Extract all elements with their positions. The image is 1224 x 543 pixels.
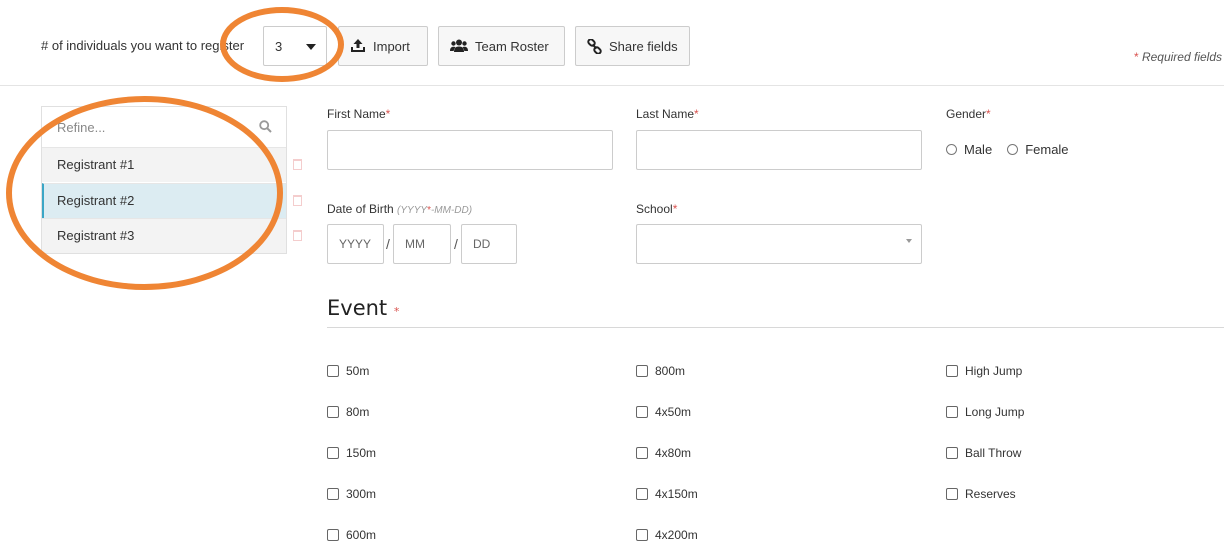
dob-day-field[interactable]: [461, 224, 517, 264]
event-checkbox[interactable]: 50m: [327, 364, 369, 378]
registrant-label: Registrant #1: [57, 157, 135, 172]
refine-search: [42, 107, 286, 147]
first-name-field[interactable]: [327, 130, 613, 170]
checkbox[interactable]: [327, 488, 339, 500]
dob-format-hint: (YYYY*-MM-DD): [397, 205, 473, 216]
trash-icon[interactable]: [293, 195, 302, 206]
checkbox[interactable]: [636, 488, 648, 500]
import-button[interactable]: Import: [338, 26, 428, 66]
upload-icon: [351, 39, 365, 52]
users-icon: [450, 39, 468, 52]
trash-icon[interactable]: [293, 159, 302, 170]
event-section-title: Event *: [327, 296, 400, 320]
gender-radio-group: Male Female: [946, 142, 1084, 157]
checkbox[interactable]: [327, 406, 339, 418]
radio-button[interactable]: [946, 144, 957, 155]
caret-down-icon: [906, 239, 912, 243]
last-name-field[interactable]: [636, 130, 922, 170]
team-roster-label: Team Roster: [475, 38, 549, 54]
dob-separator: /: [454, 236, 458, 252]
checkbox[interactable]: [636, 447, 648, 459]
gender-female-option[interactable]: Female: [1007, 142, 1069, 157]
dob-label: Date of Birth (YYYY*-MM-DD): [327, 202, 473, 216]
share-fields-button[interactable]: Share fields: [575, 26, 690, 66]
event-checkbox[interactable]: 4x80m: [636, 446, 691, 460]
dob-separator: /: [386, 236, 390, 252]
event-checkbox[interactable]: 800m: [636, 364, 685, 378]
registrant-label: Registrant #2: [57, 193, 135, 208]
radio-button[interactable]: [1007, 144, 1019, 155]
checkbox[interactable]: [327, 529, 339, 541]
team-roster-button[interactable]: Team Roster: [438, 26, 565, 66]
checkbox[interactable]: [636, 406, 648, 418]
caret-down-icon: [306, 44, 316, 50]
divider: [327, 327, 1224, 328]
school-label: School*: [636, 202, 678, 216]
dob-year-field[interactable]: [327, 224, 384, 264]
event-checkbox[interactable]: 600m: [327, 528, 376, 542]
toolbar: # of individuals you want to register 3 …: [0, 0, 1224, 86]
event-checkbox[interactable]: Ball Throw: [946, 446, 1021, 460]
event-checkbox[interactable]: 300m: [327, 487, 376, 501]
registrant-sidebar: Registrant #1 Registrant #2 Registrant #…: [41, 106, 302, 254]
checkbox[interactable]: [636, 529, 648, 541]
dob-month-field[interactable]: [393, 224, 451, 264]
individual-count-label: # of individuals you want to register: [41, 38, 245, 53]
checkbox[interactable]: [327, 365, 339, 377]
required-fields-note: * Required fields: [1133, 50, 1222, 64]
refine-input[interactable]: [42, 107, 286, 147]
share-fields-label: Share fields: [609, 38, 678, 54]
gender-male-option[interactable]: Male: [946, 142, 992, 157]
event-checkbox[interactable]: 4x50m: [636, 405, 691, 419]
event-checkbox[interactable]: Reserves: [946, 487, 1016, 501]
event-checkbox[interactable]: 150m: [327, 446, 376, 460]
registrant-item[interactable]: Registrant #1: [42, 147, 302, 182]
checkbox[interactable]: [636, 365, 648, 377]
registrant-item-active[interactable]: Registrant #2: [42, 183, 302, 218]
checkbox[interactable]: [946, 365, 958, 377]
import-label: Import: [373, 38, 410, 54]
checkbox[interactable]: [946, 447, 958, 459]
link-icon: [587, 38, 602, 54]
registrant-label: Registrant #3: [57, 228, 135, 243]
event-checkbox[interactable]: 80m: [327, 405, 369, 419]
gender-label: Gender*: [946, 107, 991, 121]
trash-icon[interactable]: [293, 230, 302, 241]
last-name-label: Last Name*: [636, 107, 699, 121]
event-checkbox[interactable]: 4x200m: [636, 528, 698, 542]
event-checkbox[interactable]: Long Jump: [946, 405, 1024, 419]
registrant-item[interactable]: Registrant #3: [42, 218, 302, 253]
event-checkbox[interactable]: High Jump: [946, 364, 1022, 378]
search-icon[interactable]: [259, 120, 272, 133]
checkbox[interactable]: [946, 406, 958, 418]
event-checkbox[interactable]: 4x150m: [636, 487, 698, 501]
checkbox[interactable]: [327, 447, 339, 459]
individual-count-value: 3: [275, 39, 283, 54]
individual-count-select[interactable]: 3: [263, 26, 327, 66]
first-name-label: First Name*: [327, 107, 391, 121]
school-select[interactable]: [636, 224, 922, 264]
checkbox[interactable]: [946, 488, 958, 500]
